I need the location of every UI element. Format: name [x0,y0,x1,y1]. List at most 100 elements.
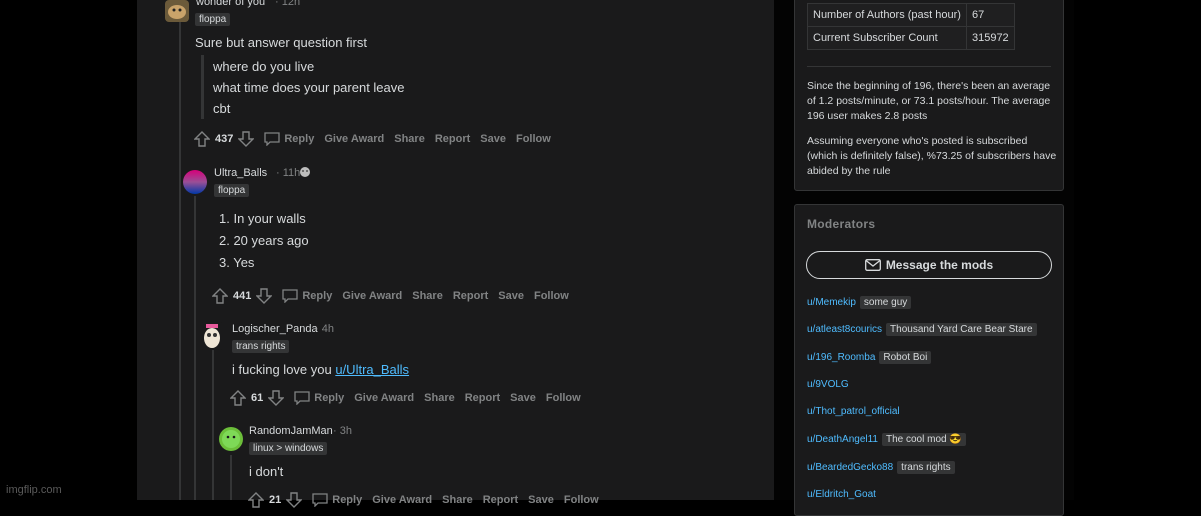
moderator-link[interactable]: u/atleast8courics [807,324,882,335]
follow-button[interactable]: Follow [516,133,551,145]
vote-score: 61 [251,392,264,404]
reply-icon [312,493,328,507]
widget-title: Moderators [807,217,876,231]
downvote-icon[interactable] [268,390,285,406]
downvote-icon[interactable] [286,492,303,508]
comment-username[interactable]: wonder of you [196,0,265,8]
reply-button[interactable]: Reply [312,493,362,507]
give-award-button[interactable]: Give Award [342,290,402,302]
comment-text-prefix: i fucking love you [232,362,336,377]
thread-line[interactable] [212,350,214,500]
reply-icon [264,132,281,146]
moderator-link[interactable]: u/BeardedGecko88 [807,462,893,473]
upvote-icon[interactable] [194,131,210,147]
comment-actions: 441 Reply Give Award Share Report Save F… [212,288,569,304]
sidebar: Number of Authors (past hour) 67 Current… [794,0,1064,516]
moderator-item: u/Memekip some guy [807,296,912,309]
moderator-item: u/Thot_patrol_official [807,406,904,417]
avatar[interactable] [183,170,207,194]
give-award-button[interactable]: Give Award [372,494,432,506]
reply-button[interactable]: Reply [294,391,344,405]
user-mention-link[interactable]: u/Ultra_Balls [335,362,409,377]
comment-username[interactable]: Logischer_Panda [232,323,318,335]
upvote-icon[interactable] [248,492,264,508]
thread-line[interactable] [179,0,181,500]
comment-time: · 3h [333,425,352,437]
share-button[interactable]: Share [442,494,473,506]
moderator-item: u/9VOLG [807,379,853,390]
avatar[interactable] [200,322,224,350]
comment-username[interactable]: Ultra_Balls [214,167,267,179]
report-button[interactable]: Report [435,133,470,145]
follow-button[interactable]: Follow [534,290,569,302]
moderator-item: u/atleast8courics Thousand Yard Care Bea… [807,323,1037,336]
list-item: 3. Yes [219,255,255,270]
thread-line[interactable] [194,196,196,500]
share-button[interactable]: Share [424,392,455,404]
reply-button[interactable]: Reply [282,289,332,303]
reply-label: Reply [332,494,363,506]
comment-actions: 61 Reply Give Award Share Report Save Fo… [230,390,581,406]
stat-value: 67 [965,3,1015,27]
downvote-icon[interactable] [238,131,255,147]
comment-text: i don't [249,464,284,479]
save-button[interactable]: Save [498,290,524,302]
moderator-link[interactable]: u/9VOLG [807,379,849,390]
moderator-flair: Robot Boi [879,351,932,364]
moderator-link[interactable]: u/DeathAngel11 [807,434,878,445]
save-button[interactable]: Save [480,133,506,145]
comment-actions: 21 Reply Give Award Share Report Save Fo… [248,492,599,508]
moderator-link[interactable]: u/Memekip [807,297,856,308]
share-button[interactable]: Share [412,290,443,302]
comment-username[interactable]: RandomJamMan [249,425,333,437]
vote-score: 437 [215,133,234,145]
downvote-icon[interactable] [256,288,273,304]
vote-score: 441 [233,290,252,302]
watermark: imgflip.com [6,484,62,496]
user-flair: trans rights [232,340,290,353]
moderators-widget: Moderators Message the mods u/Memekip so… [794,204,1064,516]
stat-label: Current Subscriber Count [807,26,967,50]
share-button[interactable]: Share [394,133,425,145]
report-button[interactable]: Report [453,290,488,302]
comment-time: · 11h [276,167,301,179]
save-button[interactable]: Save [528,494,554,506]
list-item: 1. In your walls [219,211,306,226]
reply-label: Reply [314,392,345,404]
moderator-link[interactable]: u/Thot_patrol_official [807,406,900,417]
table-row: Current Subscriber Count 315972 [807,26,1015,50]
comment-thread: wonder of you · 12h floppa Sure but answ… [137,0,774,508]
table-row: Number of Authors (past hour) 67 [807,3,1015,27]
give-award-button[interactable]: Give Award [354,392,414,404]
user-flair: floppa [214,184,250,197]
save-button[interactable]: Save [510,392,536,404]
upvote-icon[interactable] [230,390,246,406]
reply-label: Reply [284,133,315,145]
report-button[interactable]: Report [465,392,500,404]
moderator-link[interactable]: u/196_Roomba [807,352,875,363]
reply-button[interactable]: Reply [264,132,314,146]
list-item: 2. 20 years ago [219,233,309,248]
user-flair: floppa [195,13,231,26]
avatar[interactable] [219,427,243,451]
message-mods-button[interactable]: Message the mods [806,251,1052,279]
avatar[interactable] [165,0,189,22]
quote-line: where do you live [213,59,315,74]
moderator-item: u/Eldritch_Goat [807,489,880,500]
comment-time: · 12h [275,0,301,8]
moderator-flair: some guy [859,296,912,309]
stat-value: 315972 [965,26,1015,50]
moderator-flair: The cool mod 😎 [881,433,966,446]
follow-button[interactable]: Follow [564,494,599,506]
follow-button[interactable]: Follow [546,392,581,404]
upvote-icon[interactable] [212,288,228,304]
stat-label: Number of Authors (past hour) [807,3,967,27]
user-flair: linux > windows [249,442,328,455]
moderator-link[interactable]: u/Eldritch_Goat [807,489,876,500]
comment-actions: 437 Reply Give Award Share Report Save F… [194,131,551,147]
report-button[interactable]: Report [483,494,518,506]
envelope-icon [864,259,881,271]
give-award-button[interactable]: Give Award [324,133,384,145]
quote-line: cbt [213,101,231,116]
thread-line[interactable] [230,455,232,500]
